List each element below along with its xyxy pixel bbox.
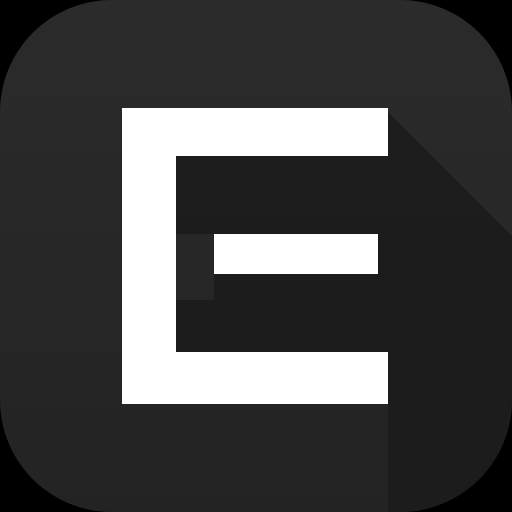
app-icon-graphic — [0, 0, 512, 512]
letter-e-logo-icon — [122, 108, 388, 404]
app-icon[interactable] — [0, 0, 512, 512]
